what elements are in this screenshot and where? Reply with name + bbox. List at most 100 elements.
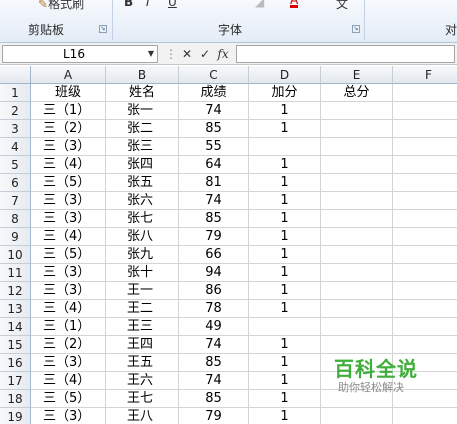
underline-button[interactable]: U bbox=[168, 0, 177, 9]
cell-c[interactable]: 94 bbox=[179, 264, 249, 282]
row-header[interactable]: 9 bbox=[0, 228, 31, 246]
cell-d[interactable]: 1 bbox=[249, 300, 321, 318]
cell-b[interactable]: 张七 bbox=[106, 210, 179, 228]
cell-c[interactable]: 79 bbox=[179, 228, 249, 246]
cell-f[interactable] bbox=[393, 318, 457, 336]
cell-a[interactable]: 三（3） bbox=[31, 138, 106, 156]
cell-f[interactable] bbox=[393, 156, 457, 174]
cell-b[interactable]: 王三 bbox=[106, 318, 179, 336]
cell-c[interactable]: 74 bbox=[179, 192, 249, 210]
cell-d[interactable]: 1 bbox=[249, 102, 321, 120]
cell-e[interactable] bbox=[321, 192, 393, 210]
cell-a[interactable]: 三（3） bbox=[31, 264, 106, 282]
cell-a[interactable]: 三（2） bbox=[31, 120, 106, 138]
cell-f[interactable] bbox=[393, 84, 457, 102]
cell-b[interactable]: 张三 bbox=[106, 138, 179, 156]
cell-e[interactable]: 总分 bbox=[321, 84, 393, 102]
row-header[interactable]: 11 bbox=[0, 264, 31, 282]
cell-e[interactable] bbox=[321, 138, 393, 156]
cell-b[interactable]: 王二 bbox=[106, 300, 179, 318]
cell-c[interactable]: 49 bbox=[179, 318, 249, 336]
cell-b[interactable]: 王五 bbox=[106, 354, 179, 372]
cell-d[interactable]: 1 bbox=[249, 282, 321, 300]
cell-c[interactable]: 74 bbox=[179, 336, 249, 354]
row-header[interactable]: 2 bbox=[0, 102, 31, 120]
row-header[interactable]: 5 bbox=[0, 156, 31, 174]
cell-f[interactable] bbox=[393, 102, 457, 120]
cell-a[interactable]: 三（4） bbox=[31, 300, 106, 318]
row-header[interactable]: 4 bbox=[0, 138, 31, 156]
bold-button[interactable]: B bbox=[124, 0, 133, 9]
row-header[interactable]: 1 bbox=[0, 84, 31, 102]
cell-d[interactable]: 1 bbox=[249, 156, 321, 174]
cell-e[interactable] bbox=[321, 246, 393, 264]
cell-d[interactable]: 1 bbox=[249, 120, 321, 138]
row-header[interactable]: 8 bbox=[0, 210, 31, 228]
cell-b[interactable]: 张一 bbox=[106, 102, 179, 120]
cell-d[interactable]: 1 bbox=[249, 246, 321, 264]
cell-a[interactable]: 三（2） bbox=[31, 336, 106, 354]
cell-c[interactable]: 85 bbox=[179, 120, 249, 138]
cell-b[interactable]: 张八 bbox=[106, 228, 179, 246]
column-header-c[interactable]: C bbox=[179, 66, 249, 84]
cell-f[interactable] bbox=[393, 246, 457, 264]
cell-b[interactable]: 王一 bbox=[106, 282, 179, 300]
row-header[interactable]: 19 bbox=[0, 408, 31, 424]
fill-color-icon[interactable]: ◢ bbox=[255, 0, 264, 9]
row-header[interactable]: 13 bbox=[0, 300, 31, 318]
cell-b[interactable]: 张十 bbox=[106, 264, 179, 282]
cell-b[interactable]: 张六 bbox=[106, 192, 179, 210]
row-header[interactable]: 10 bbox=[0, 246, 31, 264]
cell-c[interactable]: 74 bbox=[179, 102, 249, 120]
cell-a[interactable]: 三（1） bbox=[31, 102, 106, 120]
cell-a[interactable]: 三（4） bbox=[31, 372, 106, 390]
cell-c[interactable]: 55 bbox=[179, 138, 249, 156]
cell-c[interactable]: 86 bbox=[179, 282, 249, 300]
cell-c[interactable]: 64 bbox=[179, 156, 249, 174]
cell-c[interactable]: 85 bbox=[179, 390, 249, 408]
cell-e[interactable] bbox=[321, 264, 393, 282]
cell-e[interactable] bbox=[321, 210, 393, 228]
cell-f[interactable] bbox=[393, 174, 457, 192]
column-header-b[interactable]: B bbox=[106, 66, 179, 84]
cell-e[interactable] bbox=[321, 174, 393, 192]
cell-e[interactable] bbox=[321, 102, 393, 120]
cell-d[interactable]: 1 bbox=[249, 174, 321, 192]
cell-f[interactable] bbox=[393, 282, 457, 300]
row-header[interactable]: 3 bbox=[0, 120, 31, 138]
cell-d[interactable] bbox=[249, 138, 321, 156]
cell-c[interactable]: 81 bbox=[179, 174, 249, 192]
cell-a[interactable]: 三（5） bbox=[31, 246, 106, 264]
cell-e[interactable] bbox=[321, 228, 393, 246]
cell-c[interactable]: 85 bbox=[179, 210, 249, 228]
enter-button[interactable]: ✓ bbox=[198, 46, 212, 62]
cell-f[interactable] bbox=[393, 300, 457, 318]
row-header[interactable]: 15 bbox=[0, 336, 31, 354]
name-box[interactable]: L16 ▼ bbox=[2, 45, 158, 63]
row-header[interactable]: 18 bbox=[0, 390, 31, 408]
cell-e[interactable] bbox=[321, 282, 393, 300]
cell-d[interactable] bbox=[249, 318, 321, 336]
column-header-e[interactable]: E bbox=[321, 66, 393, 84]
format-painter-button[interactable]: ✎格式刷 bbox=[38, 0, 84, 12]
cell-c[interactable]: 成绩 bbox=[179, 84, 249, 102]
cell-c[interactable]: 74 bbox=[179, 372, 249, 390]
font-color-button[interactable]: A bbox=[290, 0, 299, 8]
cell-b[interactable]: 张五 bbox=[106, 174, 179, 192]
cell-b[interactable]: 张九 bbox=[106, 246, 179, 264]
cell-d[interactable]: 1 bbox=[249, 228, 321, 246]
cell-f[interactable] bbox=[393, 120, 457, 138]
cell-a[interactable]: 三（3） bbox=[31, 282, 106, 300]
cell-a[interactable]: 三（3） bbox=[31, 354, 106, 372]
cell-c[interactable]: 85 bbox=[179, 354, 249, 372]
clipboard-launcher-icon[interactable]: ↘ bbox=[99, 25, 107, 33]
cell-f[interactable] bbox=[393, 138, 457, 156]
cell-b[interactable]: 王四 bbox=[106, 336, 179, 354]
column-header-f[interactable]: F bbox=[393, 66, 457, 84]
insert-function-button[interactable]: fx bbox=[216, 46, 230, 62]
cell-b[interactable]: 张四 bbox=[106, 156, 179, 174]
cell-d[interactable]: 1 bbox=[249, 264, 321, 282]
row-header[interactable]: 17 bbox=[0, 372, 31, 390]
cell-a[interactable]: 三（3） bbox=[31, 192, 106, 210]
cell-a[interactable]: 三（4） bbox=[31, 228, 106, 246]
